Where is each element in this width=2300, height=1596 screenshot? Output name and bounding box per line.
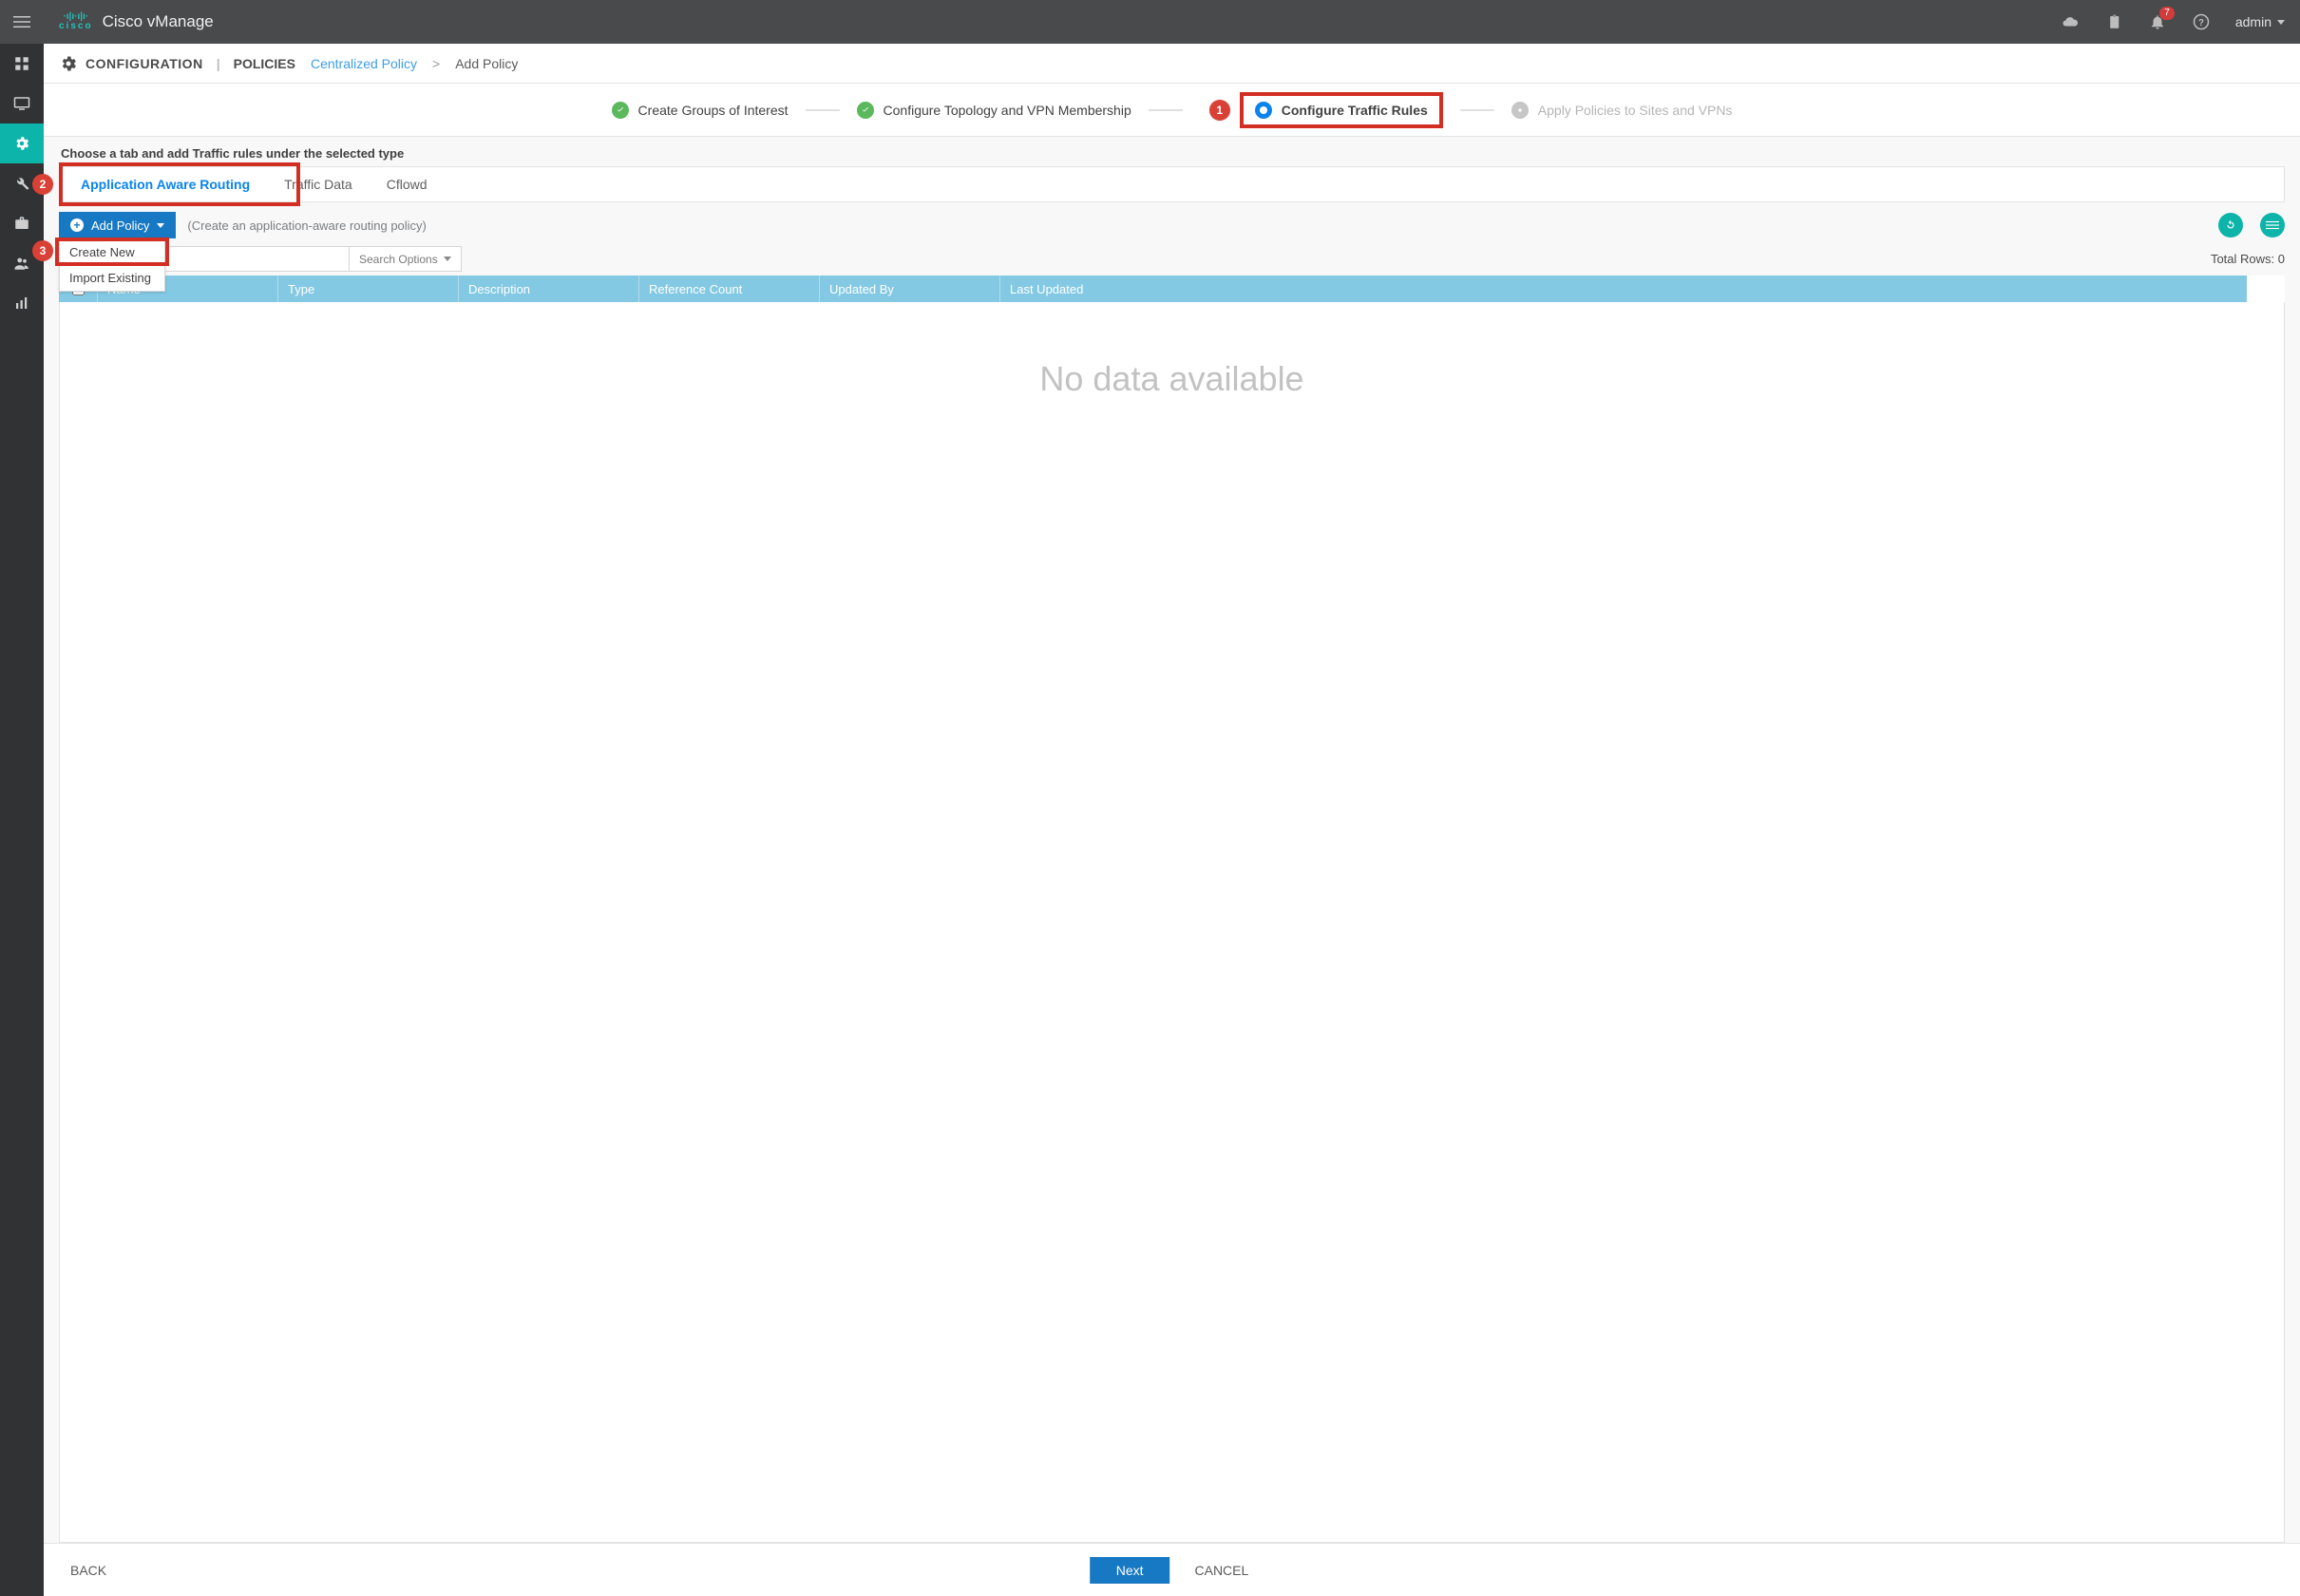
th-last-updated[interactable]: Last Updated (999, 276, 2247, 302)
caret-down-icon (157, 223, 164, 228)
th-reference-count[interactable]: Reference Count (638, 276, 819, 302)
wizard-step-4[interactable]: Apply Policies to Sites and VPNs (1511, 102, 1733, 119)
wizard-step-3[interactable]: Configure Traffic Rules (1240, 92, 1443, 128)
dropdown-create-new[interactable]: Create New (60, 239, 164, 265)
cancel-button[interactable]: CANCEL (1189, 1562, 1255, 1579)
content-area: CONFIGURATION | POLICIES Centralized Pol… (44, 44, 2300, 1596)
left-sidebar (0, 0, 44, 1596)
logo-block: ·ı|ı·ı|ı· cisco Cisco vManage (59, 12, 214, 31)
policy-table: Name Type Description Reference Count Up… (59, 276, 2285, 1543)
config-title: CONFIGURATION (86, 56, 203, 71)
no-data-message: No data available (59, 302, 2285, 1543)
sidebar-item-analytics[interactable] (0, 283, 44, 323)
breadcrumb-sep: > (432, 56, 440, 71)
check-icon (612, 102, 629, 119)
wizard-steps: Create Groups of Interest Configure Topo… (44, 84, 2300, 137)
current-step-icon (1255, 102, 1272, 119)
wizard-footer: BACK Next CANCEL (44, 1543, 2300, 1596)
wizard-step-1[interactable]: Create Groups of Interest (612, 102, 789, 119)
gear-icon (59, 54, 78, 73)
breadcrumb-current: Add Policy (455, 56, 518, 71)
check-icon (857, 102, 874, 119)
breadcrumb-link[interactable]: Centralized Policy (311, 56, 417, 71)
th-updated-by[interactable]: Updated By (819, 276, 999, 302)
product-name: Cisco vManage (103, 12, 214, 31)
page-header: CONFIGURATION | POLICIES Centralized Pol… (44, 44, 2300, 84)
add-policy-button[interactable]: + Add Policy (59, 212, 176, 238)
th-type[interactable]: Type (277, 276, 458, 302)
callout-1: 1 (1209, 100, 1230, 121)
tab-traffic-data[interactable]: Traffic Data (267, 167, 370, 201)
bell-icon[interactable]: 7 (2148, 12, 2167, 31)
th-scroll-gutter (2247, 276, 2285, 302)
section-title: POLICIES (234, 56, 295, 71)
policy-toolbar: + Add Policy 3 Create New Import Existin… (44, 202, 2300, 238)
clipboard-icon[interactable] (2104, 12, 2123, 31)
sidebar-item-maintenance[interactable] (0, 203, 44, 243)
notification-badge: 7 (2159, 7, 2175, 20)
callout-2: 2 (32, 174, 53, 195)
sidebar-item-dashboard[interactable] (0, 44, 44, 84)
pending-step-icon (1511, 102, 1529, 119)
table-header: Name Type Description Reference Count Up… (59, 276, 2285, 302)
toolbar-hint: (Create an application-aware routing pol… (187, 218, 426, 233)
add-policy-dropdown: Create New Import Existing (59, 238, 165, 292)
wizard-step-2[interactable]: Configure Topology and VPN Membership (857, 102, 1131, 119)
cloud-icon[interactable] (2061, 12, 2080, 31)
total-rows-label: Total Rows: 0 (2211, 252, 2285, 266)
refresh-button[interactable] (2218, 213, 2243, 238)
plus-icon: + (70, 218, 84, 232)
caret-down-icon (444, 256, 451, 261)
add-policy-label: Add Policy (91, 218, 149, 233)
sidebar-item-monitor[interactable] (0, 84, 44, 124)
callout-3: 3 (32, 240, 53, 261)
sidebar-item-configuration[interactable] (0, 124, 44, 163)
user-name: admin (2235, 14, 2271, 29)
help-icon[interactable]: ? (2192, 12, 2211, 31)
next-button[interactable]: Next (1090, 1557, 1170, 1584)
tab-cflowd[interactable]: Cflowd (370, 167, 445, 201)
caret-down-icon (2277, 20, 2285, 25)
columns-button[interactable] (2260, 213, 2285, 238)
search-options-toggle[interactable]: Search Options (349, 247, 461, 271)
dropdown-import-existing[interactable]: Import Existing (60, 265, 164, 291)
th-description[interactable]: Description (458, 276, 638, 302)
traffic-rules-tabs: Application Aware Routing Traffic Data C… (59, 166, 2285, 202)
cisco-logo: ·ı|ı·ı|ı· cisco (59, 12, 93, 31)
search-row: Search Options Total Rows: 0 (44, 238, 2300, 276)
tab-application-aware-routing[interactable]: Application Aware Routing (64, 167, 267, 201)
topbar: ·ı|ı·ı|ı· cisco Cisco vManage 7 ? (44, 0, 2300, 44)
svg-text:?: ? (2198, 18, 2204, 28)
user-menu[interactable]: admin (2235, 14, 2285, 29)
hamburger-menu[interactable] (0, 0, 44, 44)
instruction-text: Choose a tab and add Traffic rules under… (44, 137, 2300, 166)
back-button[interactable]: BACK (70, 1563, 106, 1578)
